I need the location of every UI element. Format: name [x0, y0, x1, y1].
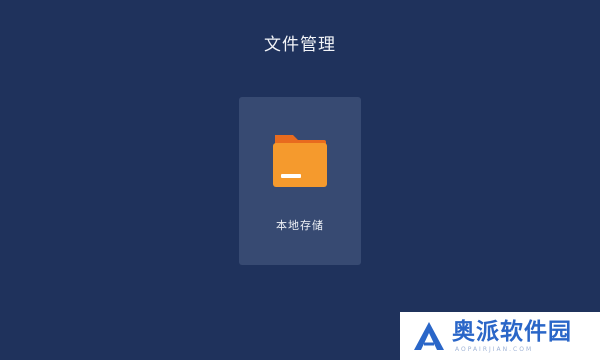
watermark: 奥派软件园 AOPAIRJIAN.COM — [400, 312, 600, 360]
page-title: 文件管理 — [264, 35, 336, 55]
aopai-logo-icon — [414, 322, 444, 350]
local-storage-card[interactable]: 本地存储 — [239, 97, 361, 265]
watermark-brand: 奥派软件园 — [452, 319, 572, 345]
file-manager-screen: 文件管理 本地存储 奥派软件园 AOPAIRJIAN.COM — [0, 0, 600, 360]
watermark-subtitle: AOPAIRJIAN.COM — [455, 346, 534, 353]
folder-icon — [273, 135, 327, 187]
local-storage-label: 本地存储 — [276, 219, 324, 232]
